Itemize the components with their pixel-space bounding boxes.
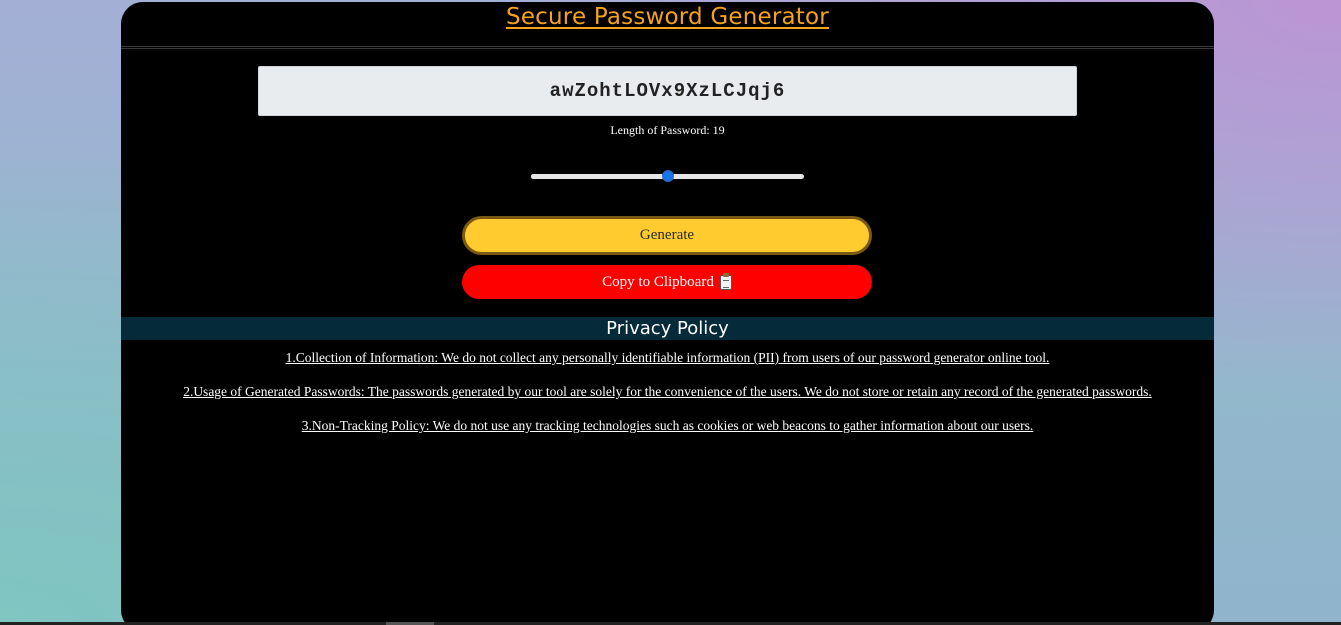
copy-button-label: Copy to Clipboard: [602, 273, 714, 290]
header: Secure Password Generator: [121, 2, 1214, 49]
password-length-label: Length of Password: 19: [610, 123, 725, 137]
copy-to-clipboard-button[interactable]: Copy to Clipboard: [462, 265, 872, 299]
password-length-slider[interactable]: [531, 170, 804, 182]
policy-item-collection[interactable]: 1.Collection of Information: We do not c…: [121, 349, 1214, 366]
generate-button-label: Generate: [639, 227, 695, 243]
slider-thumb[interactable]: [661, 170, 674, 182]
clipboard-icon: [719, 272, 732, 290]
policy-item-usage[interactable]: 2.Usage of Generated Passwords: The pass…: [121, 383, 1214, 400]
privacy-policy-heading: Privacy Policy: [121, 317, 1214, 340]
generate-button[interactable]: Generate: [462, 216, 872, 255]
slider-fill: [531, 174, 668, 179]
privacy-policy-list: 1.Collection of Information: We do not c…: [121, 349, 1214, 451]
password-output[interactable]: awZohtLOVx9XzLCJqj6: [258, 66, 1077, 116]
page-title[interactable]: Secure Password Generator: [506, 4, 829, 30]
policy-item-non-tracking[interactable]: 3.Non-Tracking Policy: We do not use any…: [121, 417, 1214, 434]
generator-card: Secure Password Generator awZohtLOVx9XzL…: [121, 2, 1214, 625]
